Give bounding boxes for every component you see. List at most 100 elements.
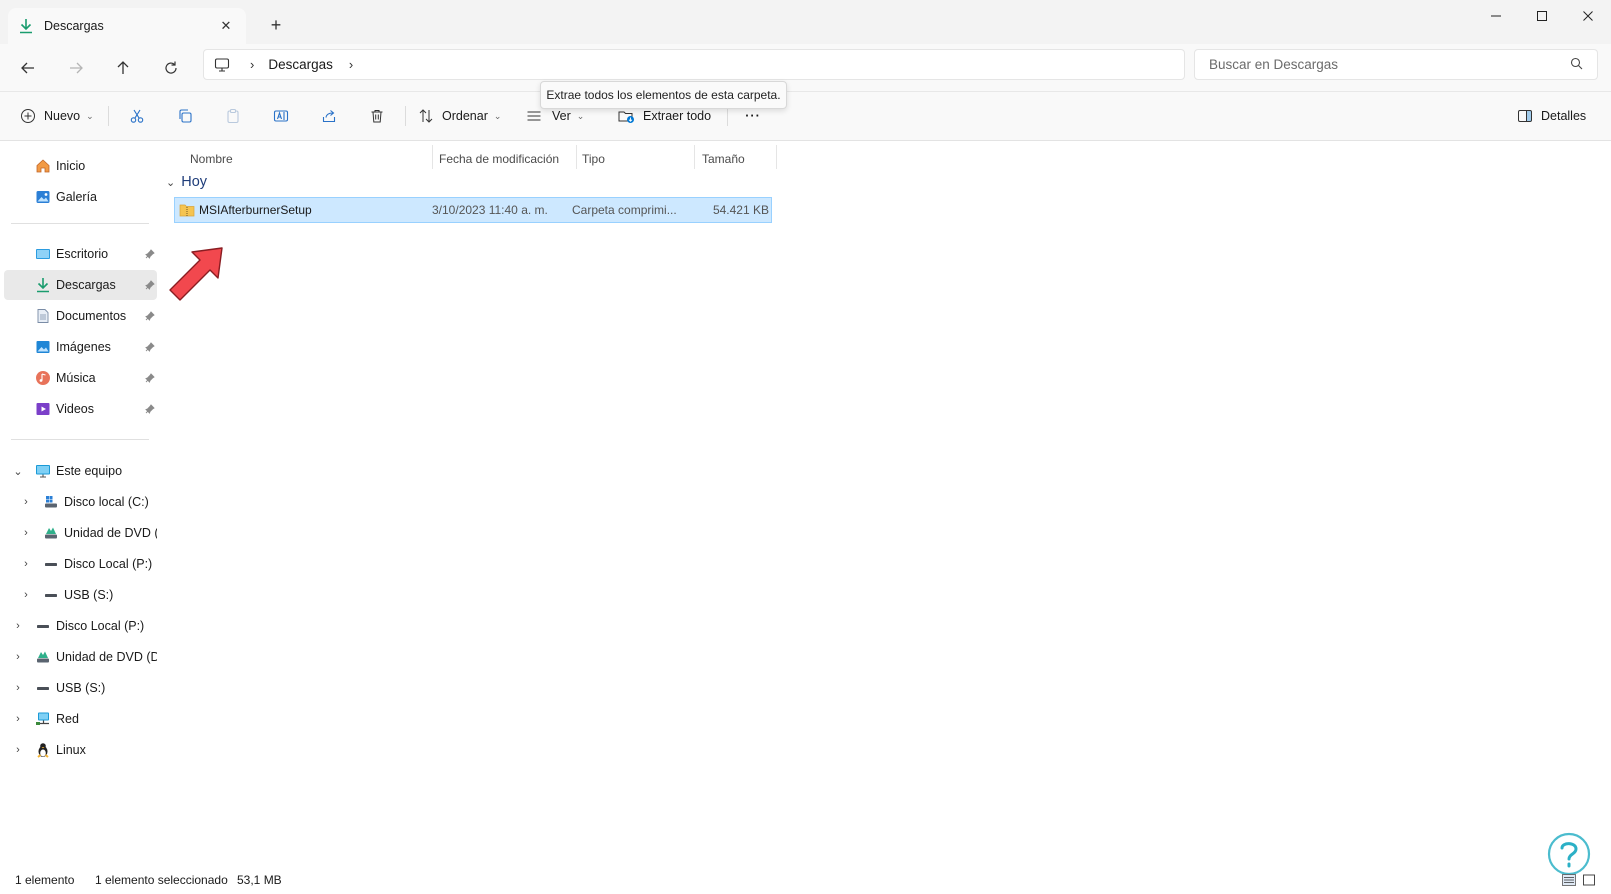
chevron-down-icon[interactable]: ⌄	[166, 176, 175, 189]
chevron-right-icon[interactable]: ›	[12, 620, 24, 632]
sidebar-item-linux[interactable]: › Linux	[4, 735, 157, 765]
title-bar: Descargas ✕ +	[0, 0, 1611, 44]
rename-button[interactable]	[270, 101, 292, 131]
file-name-cell[interactable]: MSIAfterburnerSetup	[179, 198, 423, 222]
sidebar-item-imagenes[interactable]: Imágenes	[4, 332, 157, 362]
chevron-right-icon[interactable]: ›	[12, 651, 24, 663]
breadcrumb-descargas[interactable]: Descargas	[268, 57, 333, 72]
column-header-type[interactable]: Tipo	[582, 147, 692, 171]
sidebar-divider	[11, 223, 149, 224]
status-item-count: 1 elemento	[15, 873, 75, 887]
trash-icon	[371, 110, 383, 123]
sidebar-item-usb-nested[interactable]: › USB (S:)	[4, 580, 157, 610]
close-window-button[interactable]	[1565, 0, 1611, 32]
download-icon	[34, 276, 52, 294]
pin-icon[interactable]	[144, 403, 156, 415]
tiles-view-icon[interactable]	[1581, 873, 1597, 887]
sidebar-item-dvd[interactable]: › Unidad de DVD (D:)	[4, 642, 157, 672]
sidebar-item-disco-local-p-nested[interactable]: › Disco Local (P:)	[4, 549, 157, 579]
chevron-down-icon[interactable]: ⌄	[12, 465, 24, 478]
sidebar-item-videos[interactable]: Videos	[4, 394, 157, 424]
zip-folder-icon	[179, 203, 195, 217]
scissors-icon	[130, 109, 144, 123]
column-header-name[interactable]: Nombre	[190, 147, 418, 171]
column-divider[interactable]	[776, 145, 777, 169]
sidebar-item-disco-local-c[interactable]: › Disco local (C:)	[4, 487, 157, 517]
drive-icon	[42, 555, 60, 573]
sort-button[interactable]: Ordenar ⌄	[418, 101, 501, 131]
chevron-right-icon[interactable]: ›	[12, 744, 24, 756]
linux-icon	[34, 741, 52, 759]
toolbar-divider	[727, 106, 728, 126]
sidebar-item-galeria[interactable]: Galería	[4, 182, 157, 212]
paste-icon	[227, 108, 239, 124]
table-row[interactable]: MSIAfterburnerSetup 3/10/2023 11:40 a. m…	[174, 197, 772, 223]
chevron-right-icon[interactable]: ›	[20, 527, 32, 539]
breadcrumb-separator-end[interactable]: ›	[349, 57, 353, 72]
sidebar-item-descargas[interactable]: Descargas	[4, 270, 157, 300]
column-divider[interactable]	[432, 145, 433, 169]
sidebar-item-escritorio[interactable]: Escritorio	[4, 239, 157, 269]
drive-c-icon	[42, 493, 60, 511]
pin-icon[interactable]	[144, 310, 156, 322]
sidebar-item-red[interactable]: › Red	[4, 704, 157, 734]
command-bar: Nuevo ⌄ Ordenar ⌄ Ver ⌄ Extraer todo ···…	[0, 92, 1611, 141]
minimize-button[interactable]	[1473, 0, 1519, 32]
details-button[interactable]: Detalles	[1517, 101, 1586, 131]
pin-icon[interactable]	[144, 279, 156, 291]
extract-all-label: Extraer todo	[643, 109, 712, 123]
details-view-icon[interactable]	[1561, 873, 1577, 887]
close-tab-icon[interactable]: ✕	[216, 16, 236, 36]
group-header-hoy[interactable]: ⌄ Hoy	[166, 174, 207, 190]
column-divider[interactable]	[694, 145, 695, 169]
status-selected-size: 53,1 MB	[237, 873, 282, 887]
chevron-right-icon[interactable]: ›	[12, 713, 24, 725]
sidebar-item-inicio[interactable]: Inicio	[4, 151, 157, 181]
pin-icon[interactable]	[144, 341, 156, 353]
search-box[interactable]	[1194, 49, 1598, 80]
copy-icon	[179, 109, 192, 123]
pin-icon[interactable]	[144, 248, 156, 260]
tab-descargas[interactable]: Descargas ✕	[8, 8, 246, 44]
sidebar-item-usb[interactable]: › USB (S:)	[4, 673, 157, 703]
copy-button[interactable]	[174, 101, 196, 131]
search-icon[interactable]	[1570, 57, 1583, 73]
sidebar-item-label: Documentos	[56, 309, 127, 323]
videos-icon	[34, 400, 52, 418]
delete-button[interactable]	[366, 101, 388, 131]
chevron-right-icon[interactable]: ›	[20, 558, 32, 570]
sidebar-item-label: Galería	[56, 190, 97, 204]
sidebar-item-musica[interactable]: Música	[4, 363, 157, 393]
share-button[interactable]	[318, 101, 340, 131]
sidebar-item-este-equipo[interactable]: ⌄ Este equipo	[4, 456, 157, 486]
cut-button[interactable]	[126, 101, 148, 131]
forward-button[interactable]	[58, 52, 94, 84]
up-button[interactable]	[105, 52, 141, 84]
chevron-right-icon[interactable]: ›	[20, 589, 32, 601]
chevron-right-icon[interactable]: ›	[12, 682, 24, 694]
chevron-right-icon[interactable]: ›	[20, 496, 32, 508]
file-date: 3/10/2023 11:40 a. m.	[432, 203, 548, 217]
chevron-down-icon: ⌄	[86, 110, 94, 121]
sidebar-item-label: Escritorio	[56, 247, 109, 261]
column-header-size[interactable]: Tamaño	[702, 147, 772, 171]
sidebar-item-disco-local-p[interactable]: › Disco Local (P:)	[4, 611, 157, 641]
file-name: MSIAfterburnerSetup	[199, 203, 312, 217]
refresh-button[interactable]	[153, 52, 189, 84]
network-icon	[34, 710, 52, 728]
new-tab-button[interactable]: +	[262, 12, 290, 38]
sidebar-item-documentos[interactable]: Documentos	[4, 301, 157, 331]
search-input[interactable]	[1209, 57, 1570, 72]
column-header-date[interactable]: Fecha de modificación	[439, 147, 577, 171]
pin-icon[interactable]	[144, 372, 156, 384]
breadcrumb-separator[interactable]: ›	[250, 57, 254, 72]
new-button[interactable]: Nuevo ⌄	[20, 101, 94, 131]
back-button[interactable]	[10, 52, 46, 84]
this-pc-icon[interactable]	[214, 57, 234, 73]
sidebar-item-label: Red	[56, 712, 79, 726]
paste-button[interactable]	[222, 101, 244, 131]
address-bar[interactable]: › Descargas ›	[203, 49, 1185, 80]
sidebar-item-dvd-nested[interactable]: › Unidad de DVD (D	[4, 518, 157, 548]
maximize-button[interactable]	[1519, 0, 1565, 32]
column-divider[interactable]	[576, 145, 577, 169]
